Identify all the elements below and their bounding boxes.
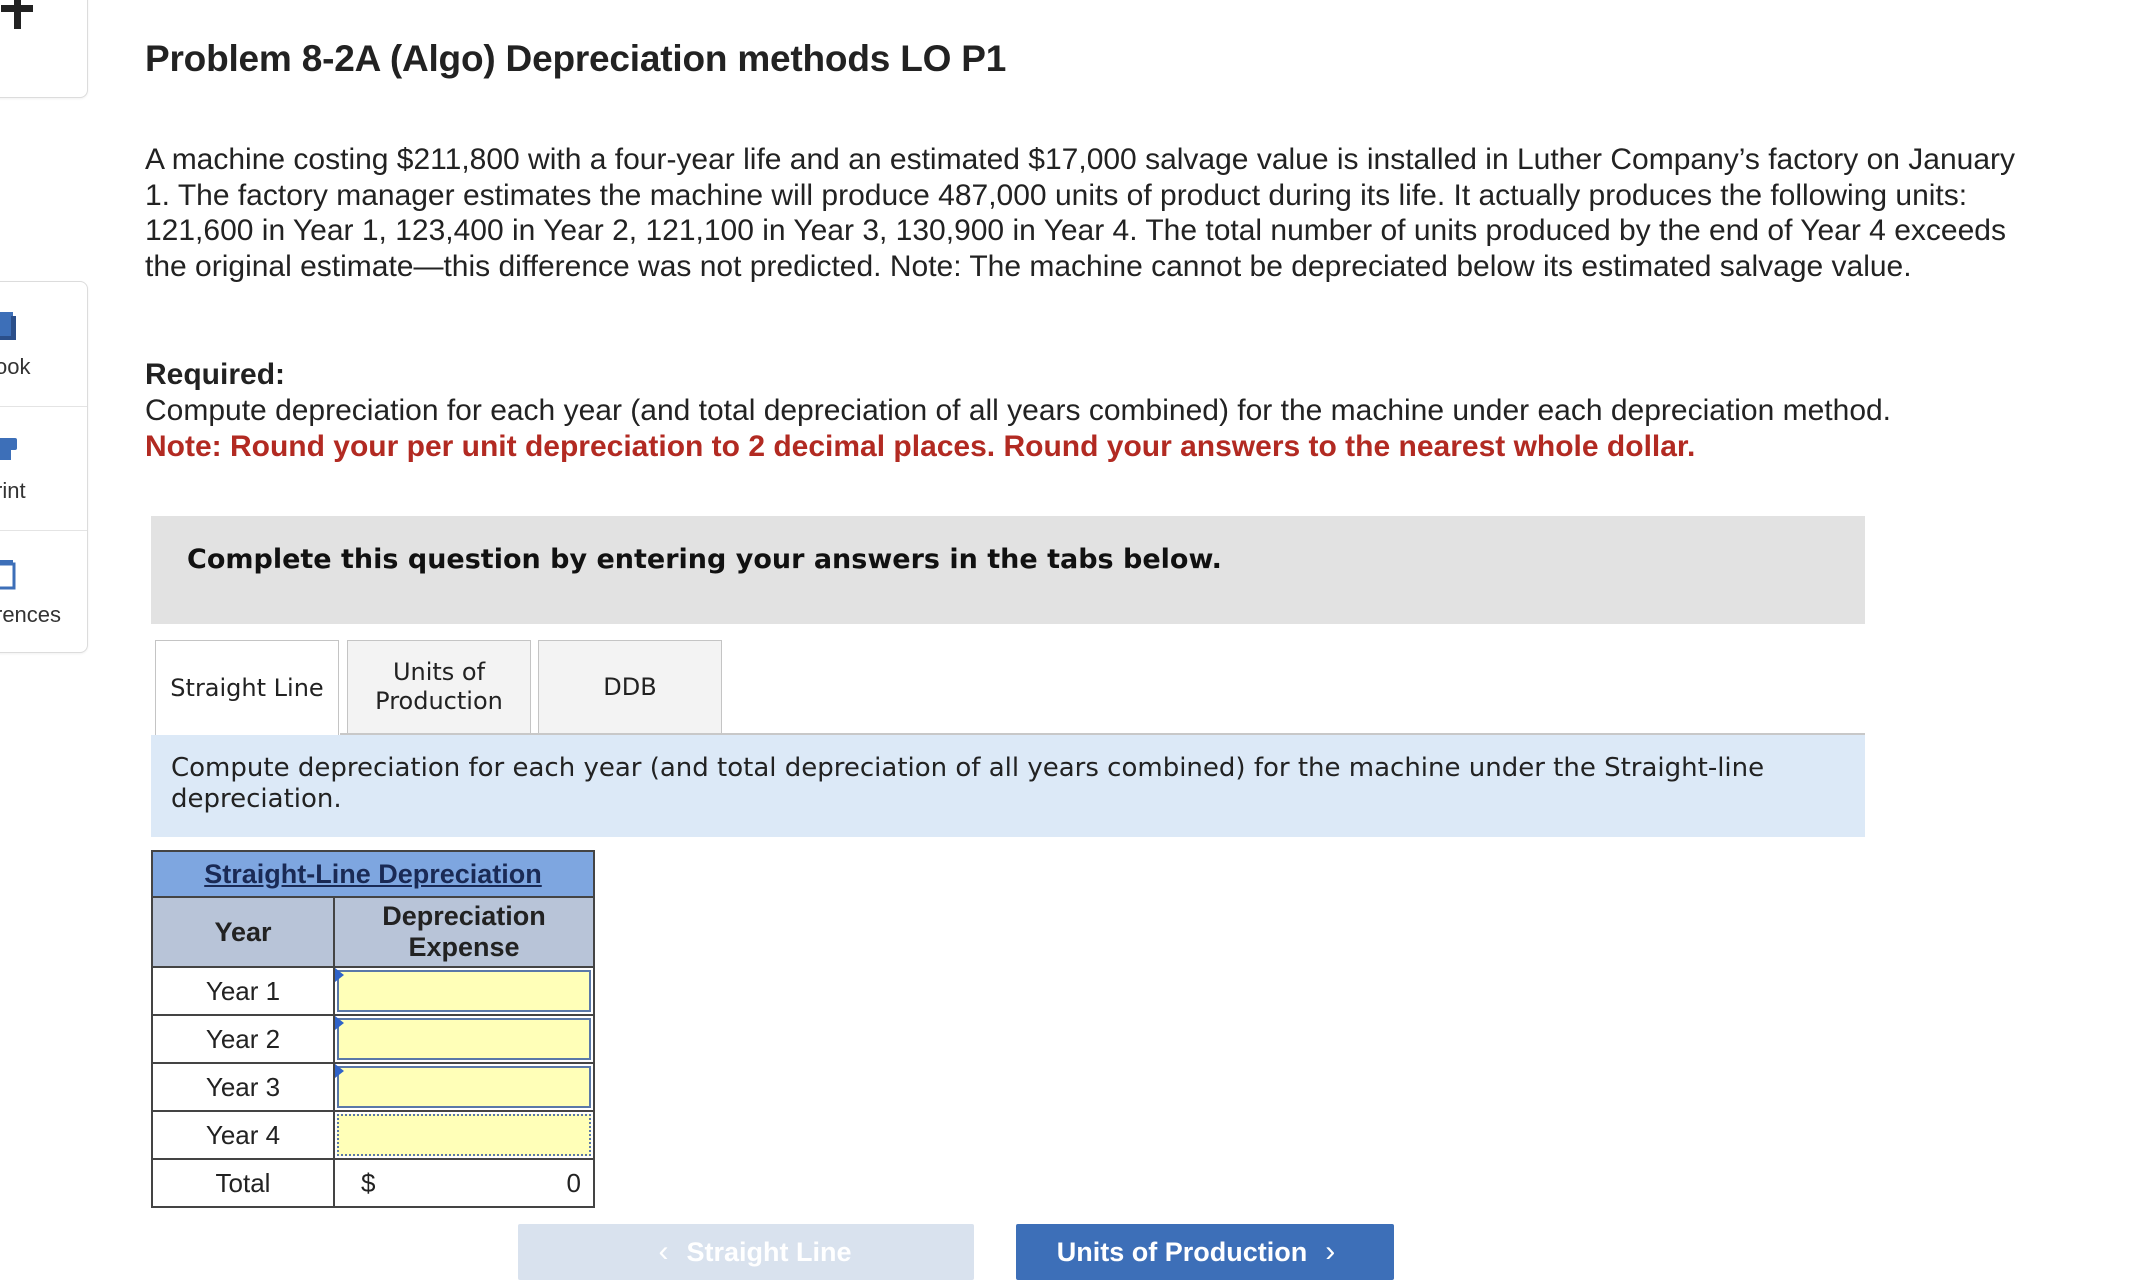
table-row: Year 4 (153, 1112, 593, 1160)
required-label: Required: (145, 358, 286, 391)
problem-title: Problem 8-2A (Algo) Depreciation methods… (145, 38, 1007, 79)
plus-icon[interactable] (1, 0, 43, 31)
year-1-expense-input[interactable] (337, 970, 591, 1012)
column-header-expense: Depreciation Expense (382, 901, 546, 962)
required-text: Compute depreciation for each year (and … (145, 394, 1892, 427)
print-icon (0, 438, 17, 460)
row-label: Year 4 (153, 1112, 335, 1158)
problem-intro: A machine costing $211,800 with a four-y… (145, 143, 2016, 283)
sidebar-item-ebook[interactable]: ook (0, 282, 87, 407)
depreciation-table: Straight-Line Depreciation Year Deprecia… (151, 850, 595, 1208)
total-value: 0 (566, 1167, 581, 1198)
year-3-expense-input[interactable] (337, 1066, 591, 1108)
cell-marker-icon (335, 968, 344, 982)
row-label: Year 1 (153, 968, 335, 1014)
sidebar-tools: ook rint rences (0, 281, 88, 653)
year-4-expense-input[interactable] (337, 1114, 591, 1156)
total-cell: $ 0 (335, 1160, 593, 1206)
sidebar-item-print[interactable]: rint (0, 406, 87, 531)
tab-units-of-production[interactable]: Units of Production (347, 640, 531, 734)
tab-ddb[interactable]: DDB (538, 640, 722, 734)
table-row: Year 2 (153, 1016, 593, 1064)
year-2-expense-input[interactable] (337, 1018, 591, 1060)
references-icon (0, 560, 16, 590)
row-label-total: Total (153, 1160, 335, 1206)
sidebar-item-references[interactable]: rences (0, 530, 87, 654)
cell-marker-icon (335, 1016, 344, 1030)
prev-tab-label: Straight Line (686, 1236, 852, 1267)
next-tab-button[interactable]: Units of Production › (1016, 1224, 1394, 1280)
ebook-icon (0, 312, 16, 340)
cell-marker-icon (335, 1064, 344, 1078)
prev-tab-button[interactable]: ‹ Straight Line (518, 1224, 974, 1280)
row-label: Year 2 (153, 1016, 335, 1062)
table-title: Straight-Line Depreciation (153, 852, 593, 898)
instructions-banner: Complete this question by entering your … (151, 516, 1865, 624)
chevron-left-icon: ‹ (658, 1235, 669, 1268)
table-header: Year Depreciation Expense (153, 898, 593, 968)
chevron-right-icon: › (1325, 1235, 1336, 1268)
tab-straight-line[interactable]: Straight Line (155, 640, 339, 736)
sidebar-item-label: rences (0, 602, 62, 627)
next-tab-label: Units of Production (1056, 1236, 1308, 1267)
instructions-banner-text: Complete this question by entering your … (187, 544, 1222, 575)
column-header-year: Year (153, 898, 335, 966)
table-row: Year 3 (153, 1064, 593, 1112)
sidebar-item-label: ook (0, 354, 31, 379)
required-note: Note: Round your per unit depreciation t… (145, 430, 1696, 463)
tab-instruction-text: Compute depreciation for each year (and … (171, 753, 1765, 814)
table-row-total: Total $ 0 (153, 1160, 593, 1206)
table-row: Year 1 (153, 968, 593, 1016)
sidebar-item-label: rint (0, 478, 26, 503)
total-currency: $ (361, 1167, 376, 1198)
tab-instruction-box: Compute depreciation for each year (and … (151, 735, 1865, 837)
sidebar-top-card (0, 0, 88, 98)
row-label: Year 3 (153, 1064, 335, 1110)
